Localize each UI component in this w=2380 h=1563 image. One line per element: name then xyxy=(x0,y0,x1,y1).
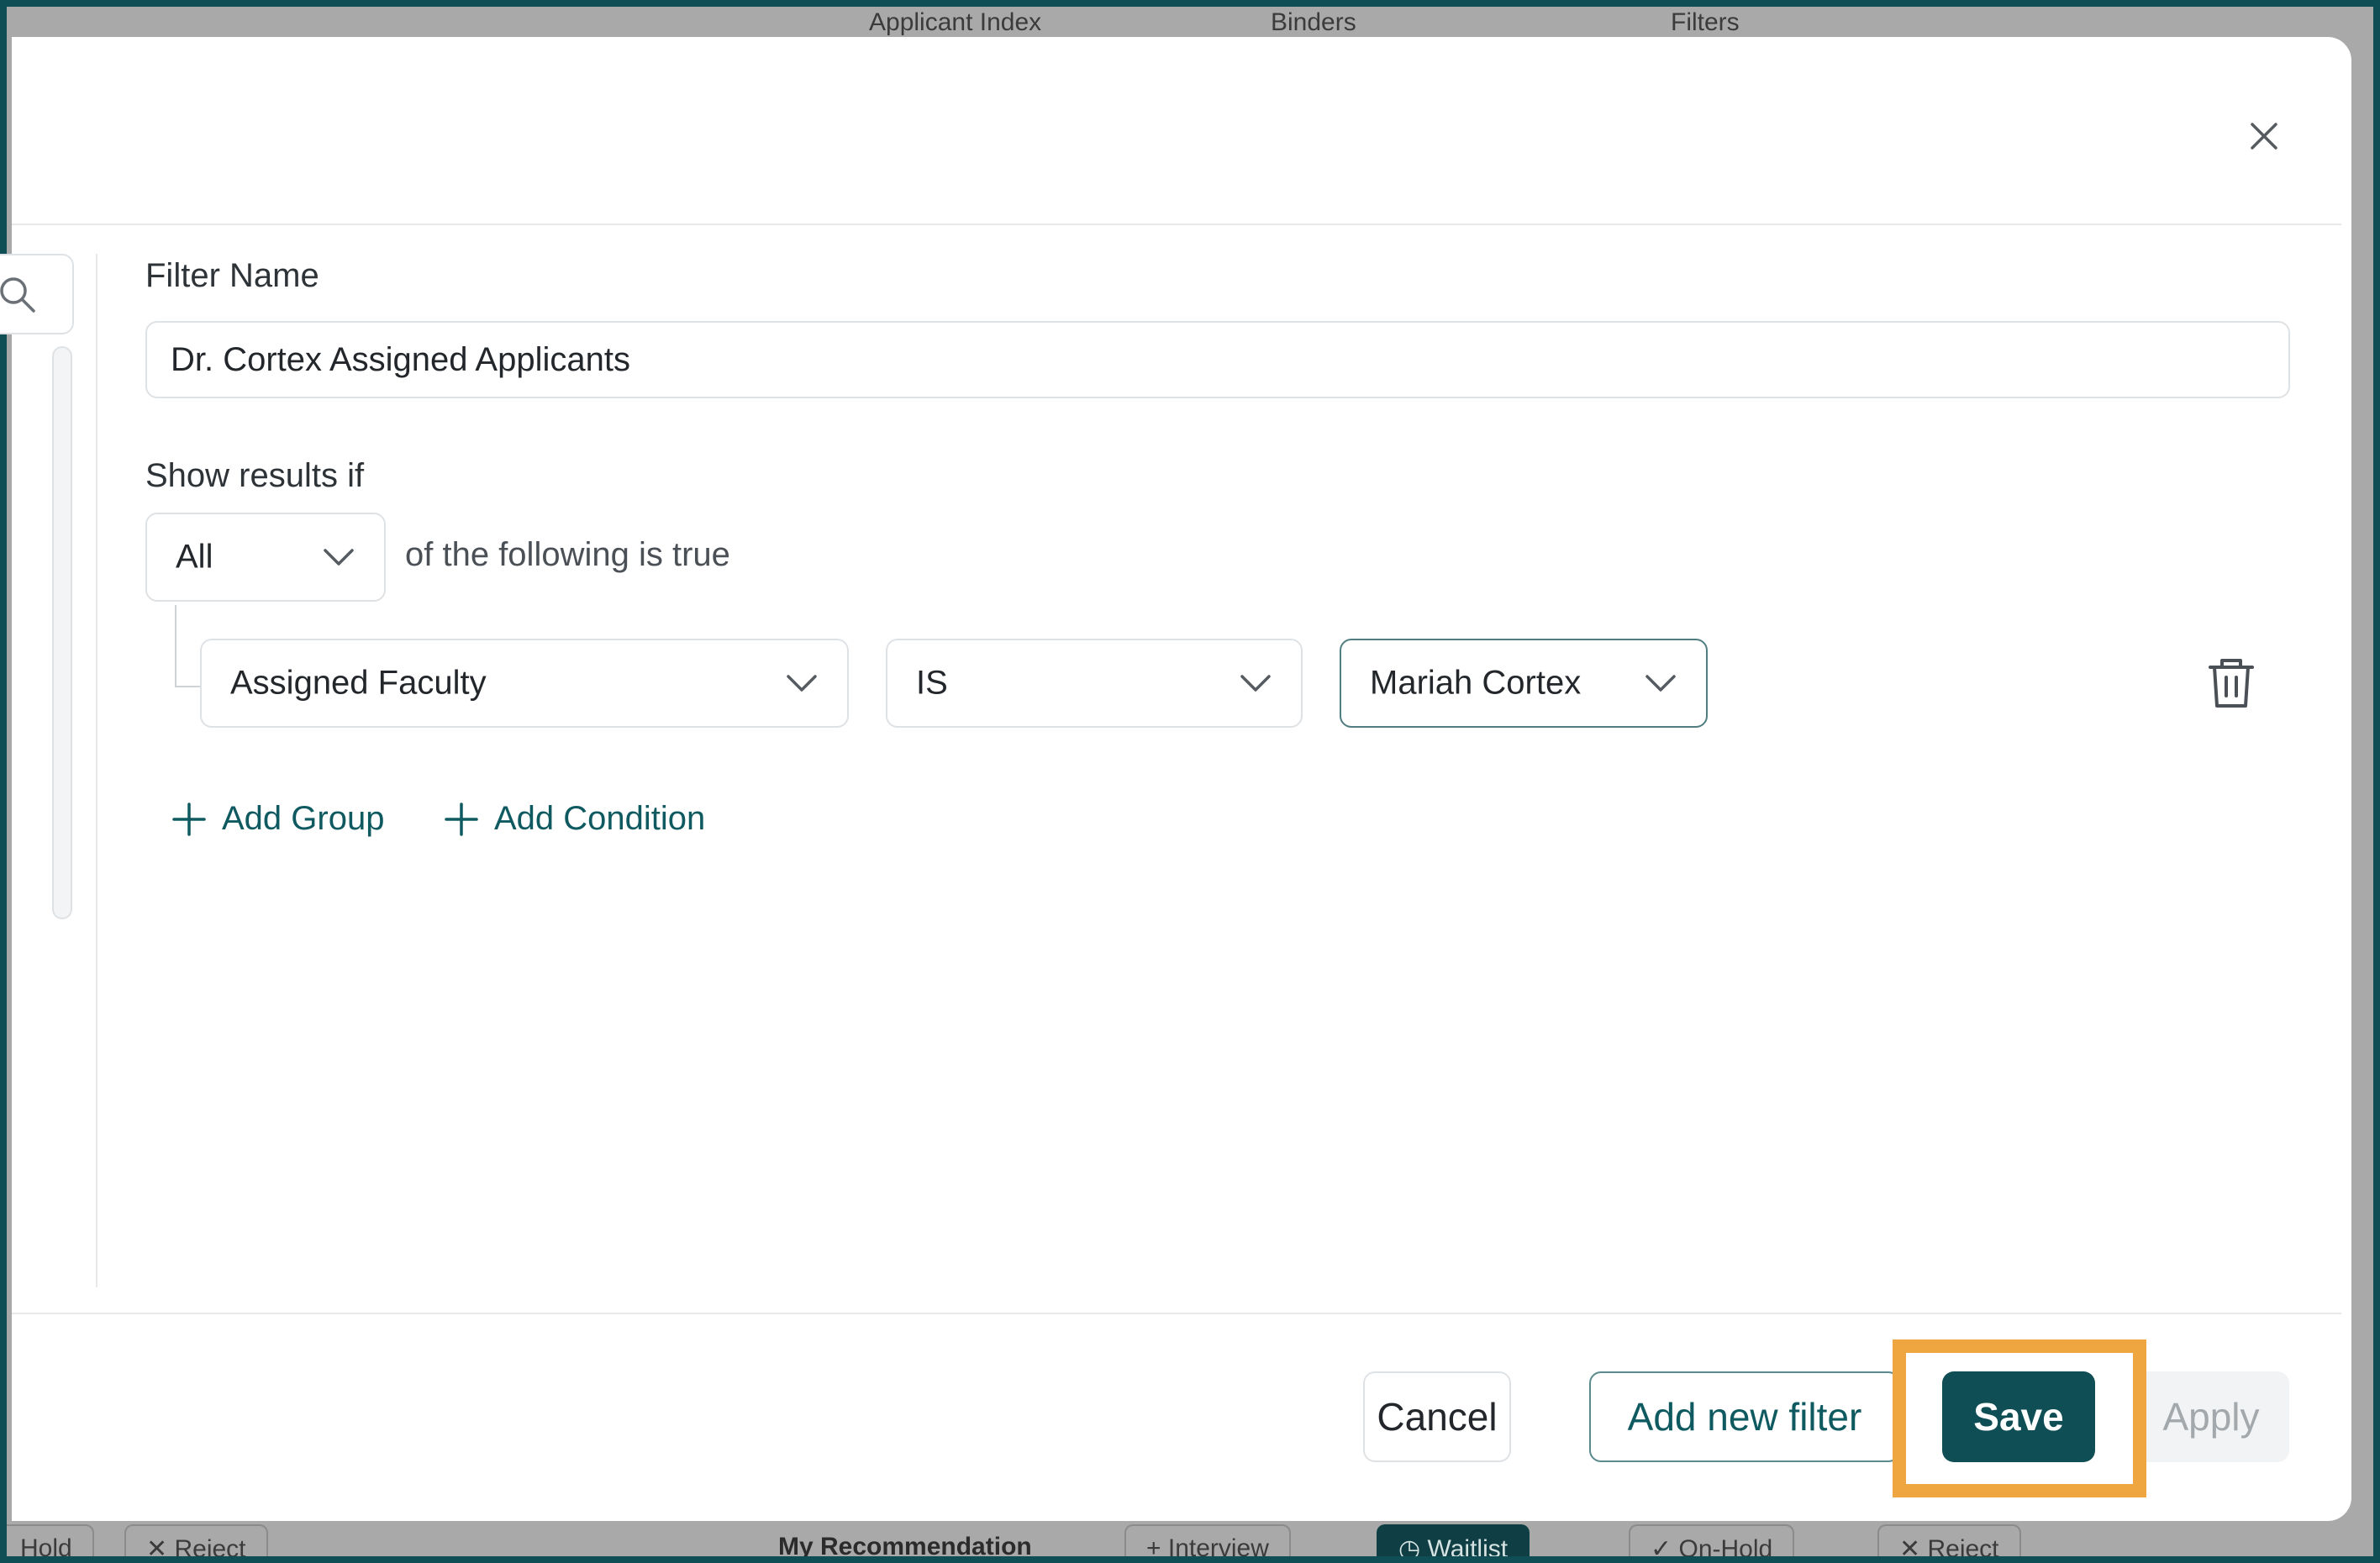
bg-tab-applicant-index: Applicant Index xyxy=(869,8,1042,36)
cancel-button[interactable]: Cancel xyxy=(1363,1371,1511,1462)
bg-interview-button: + Interview xyxy=(1124,1524,1291,1556)
bg-reject-button: ✕ Reject xyxy=(124,1524,268,1556)
chevron-down-icon xyxy=(324,549,354,566)
show-results-label: Show results if xyxy=(145,457,365,494)
header-divider xyxy=(12,224,2341,225)
condition-value-text: Mariah Cortex xyxy=(1370,664,1582,702)
condition-value-select[interactable]: Mariah Cortex xyxy=(1340,639,1708,728)
filter-name-input[interactable] xyxy=(145,321,2290,398)
filter-modal: Filter Name Show results if All of the f… xyxy=(0,37,2351,1521)
bg-action-bar: Hold ✕ Reject My Recommendation + Interv… xyxy=(7,1524,2373,1556)
condition-field-select[interactable]: Assigned Faculty xyxy=(200,639,849,728)
delete-condition-button[interactable] xyxy=(2202,654,2261,713)
condition-operator-value: IS xyxy=(916,664,948,702)
match-suffix-text: of the following is true xyxy=(405,536,730,573)
add-condition-button[interactable]: Add Condition xyxy=(444,800,705,838)
bg-tab-filters: Filters xyxy=(1671,8,1740,36)
condition-field-value: Assigned Faculty xyxy=(230,664,487,702)
add-group-button[interactable]: Add Group xyxy=(171,800,384,838)
bg-waitlist-button: ◷ Waitlist xyxy=(1377,1524,1530,1556)
filter-name-label: Filter Name xyxy=(145,257,319,294)
bg-reject-action-button: ✕ Reject xyxy=(1877,1524,2021,1556)
save-button[interactable]: Save xyxy=(1942,1371,2095,1462)
apply-button[interactable]: Apply xyxy=(2133,1371,2289,1462)
condition-operator-select[interactable]: IS xyxy=(886,639,1303,728)
close-button[interactable] xyxy=(2239,111,2289,161)
footer-divider xyxy=(12,1313,2341,1314)
filter-list-scrollbar[interactable] xyxy=(52,346,72,919)
bg-recommendation-label: My Recommendation xyxy=(778,1533,1032,1556)
chevron-down-icon xyxy=(787,675,817,692)
bg-tab-binders: Binders xyxy=(1271,8,1356,36)
filter-list-search[interactable] xyxy=(0,254,74,334)
bg-on-hold-button: ✓ On-Hold xyxy=(1629,1524,1795,1556)
plus-icon xyxy=(445,802,478,836)
plus-icon xyxy=(172,802,206,836)
add-new-filter-button[interactable]: Add new filter xyxy=(1589,1371,1900,1462)
bg-hold-button: Hold xyxy=(7,1524,94,1556)
chevron-down-icon xyxy=(1240,675,1271,692)
chevron-down-icon xyxy=(1645,675,1676,692)
match-mode-select[interactable]: All xyxy=(145,513,386,602)
add-group-label: Add Group xyxy=(222,800,385,837)
trash-icon xyxy=(2209,659,2254,708)
add-condition-label: Add Condition xyxy=(494,800,706,837)
left-panel-divider xyxy=(96,254,97,1287)
match-mode-value: All xyxy=(176,538,213,576)
close-icon xyxy=(2251,123,2277,150)
search-icon xyxy=(0,277,35,313)
